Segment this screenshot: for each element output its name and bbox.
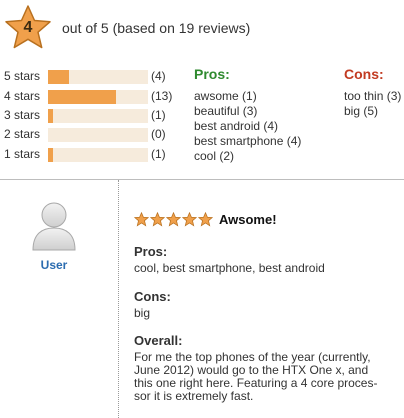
rating-bar-track [48, 70, 148, 84]
rating-summary-text: out of 5 (based on 19 reviews) [62, 20, 251, 36]
rating-row-label: 2 stars [4, 127, 41, 141]
cons-tag[interactable]: big (5) [344, 104, 401, 119]
rating-row-5[interactable]: 5 stars (4) [4, 68, 190, 84]
pros-heading: Pros: [194, 66, 230, 82]
rating-row-3[interactable]: 3 stars (1) [4, 107, 190, 123]
pros-tag[interactable]: awsome (1) [194, 89, 301, 104]
review-pros-text: cool, best smartphone, best android [134, 261, 325, 275]
star-icon [181, 211, 198, 227]
star-icon [165, 211, 182, 227]
rating-bar-track [48, 109, 148, 123]
cons-heading: Cons: [344, 66, 384, 82]
rating-bar-fill [48, 148, 53, 162]
rating-row-label: 5 stars [4, 69, 41, 83]
rating-row-count: (4) [151, 69, 166, 83]
review-pros-heading: Pros: [134, 244, 168, 259]
rating-row-4[interactable]: 4 stars (13) [4, 88, 190, 104]
rating-bar-fill [48, 70, 69, 84]
rating-row-label: 3 stars [4, 108, 41, 122]
star-icon [197, 211, 214, 227]
rating-bar-track [48, 90, 148, 104]
pros-tag[interactable]: best smartphone (4) [194, 134, 301, 149]
rating-row-label: 1 stars [4, 147, 41, 161]
rating-row-count: (13) [151, 89, 173, 103]
cons-tag[interactable]: too thin (3) [344, 89, 401, 104]
rating-bar-fill [48, 109, 53, 123]
pros-tag[interactable]: best android (4) [194, 119, 301, 134]
pros-tag[interactable]: beautiful (3) [194, 104, 301, 119]
review-cons-heading: Cons: [134, 289, 171, 304]
rating-bar-track [48, 128, 148, 142]
cons-list: too thin (3) big (5) [344, 89, 401, 119]
rating-row-count: (1) [151, 108, 166, 122]
star-icon [133, 211, 150, 227]
pros-tag[interactable]: cool (2) [194, 149, 301, 164]
review-cons-text: big [134, 306, 151, 320]
user-avatar-icon [32, 202, 76, 251]
pros-list: awsome (1) beautiful (3) best android (4… [194, 89, 301, 164]
rating-bar-fill [48, 90, 116, 104]
rating-row-label: 4 stars [4, 89, 41, 103]
average-rating-value: 4 [23, 19, 33, 36]
section-divider [0, 179, 404, 180]
review-stars [133, 211, 214, 228]
rating-row-2[interactable]: 2 stars (0) [4, 126, 190, 142]
rating-row-1[interactable]: 1 stars (1) [4, 146, 190, 162]
review-username[interactable]: User [32, 258, 76, 272]
review-overall-heading: Overall: [134, 333, 183, 348]
column-divider [118, 180, 119, 418]
review-title: Awsome! [219, 212, 277, 227]
rating-bar-track [48, 148, 148, 162]
rating-row-count: (0) [151, 127, 166, 141]
review-overall-line: sor it is extremely fast. [134, 389, 254, 403]
rating-row-count: (1) [151, 147, 166, 161]
star-icon [149, 211, 166, 227]
